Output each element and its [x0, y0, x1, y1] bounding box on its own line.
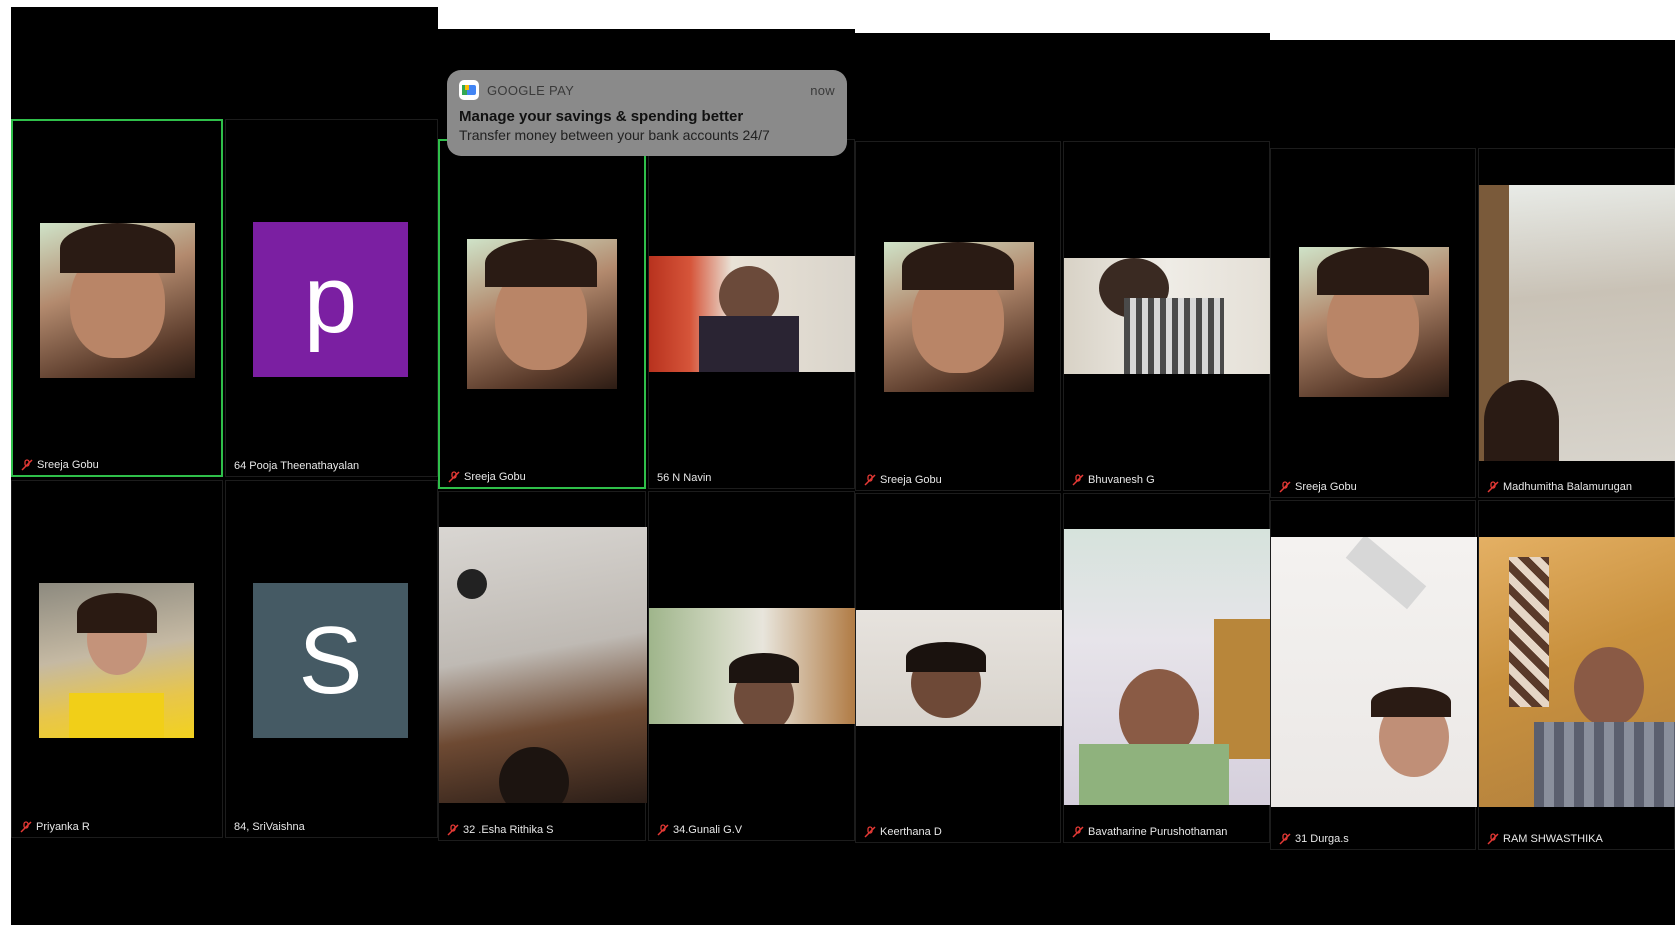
gallery-panel-1: Sreeja Gobu p 64 Pooja Theenathayalan Pr… — [11, 7, 438, 925]
participant-video — [649, 256, 855, 372]
participant-name-tag: Bavatharine Purushothaman — [1072, 826, 1227, 838]
participant-video — [1271, 537, 1477, 807]
participant-name-tag: 31 Durga.s — [1279, 833, 1349, 845]
video-tile[interactable]: Bavatharine Purushothaman — [1063, 493, 1270, 843]
participant-video — [1479, 537, 1675, 807]
video-tile[interactable]: Sreeja Gobu — [438, 139, 646, 489]
participant-name: Keerthana D — [880, 826, 942, 838]
participant-name-tag: RAM SHWASTHIKA — [1487, 833, 1603, 845]
mic-muted-icon — [1487, 833, 1499, 845]
video-tile[interactable]: Sreeja Gobu — [1270, 148, 1476, 498]
google-pay-icon — [459, 80, 479, 100]
mic-muted-icon — [447, 824, 459, 836]
mic-muted-icon — [448, 471, 460, 483]
video-tile[interactable]: RAM SHWASTHIKA — [1478, 500, 1675, 850]
participant-name-tag: Keerthana D — [864, 826, 942, 838]
participant-name: Sreeja Gobu — [37, 459, 99, 471]
participant-name: 31 Durga.s — [1295, 833, 1349, 845]
participant-name: Sreeja Gobu — [880, 474, 942, 486]
participant-name-tag: Bhuvanesh G — [1072, 474, 1155, 486]
avatar: p — [253, 222, 408, 377]
gallery-panel-2: Sreeja Gobu 56 N Navin 32 .Esha Rithika … — [438, 29, 855, 925]
google-pay-notification[interactable]: GOOGLE PAY now Manage your savings & spe… — [447, 70, 847, 156]
avatar-letter: S — [298, 606, 363, 714]
video-tile[interactable]: 32 .Esha Rithika S — [438, 491, 647, 841]
mic-muted-icon — [1072, 474, 1084, 486]
participant-name-tag: 34.Gunali G.V — [657, 824, 742, 836]
participant-name: Sreeja Gobu — [464, 471, 526, 483]
notification-title: Manage your savings & spending better — [459, 108, 744, 125]
participant-video — [649, 608, 855, 724]
video-tile[interactable]: 56 N Navin — [648, 139, 855, 489]
video-tile[interactable]: Priyanka R — [11, 480, 223, 838]
mic-muted-icon — [1487, 481, 1499, 493]
participant-name: Bhuvanesh G — [1088, 474, 1155, 486]
notification-header: GOOGLE PAY now — [459, 80, 835, 100]
participant-name-tag: Sreeja Gobu — [864, 474, 942, 486]
participant-name: 56 N Navin — [657, 472, 712, 484]
mic-muted-icon — [864, 474, 876, 486]
video-tile[interactable]: Sreeja Gobu — [11, 119, 223, 477]
participant-video — [439, 527, 647, 803]
participant-video — [1299, 247, 1449, 397]
video-tile[interactable]: Sreeja Gobu — [855, 141, 1061, 491]
mic-muted-icon — [21, 459, 33, 471]
participant-name-tag: 32 .Esha Rithika S — [447, 824, 554, 836]
video-tile[interactable]: 34.Gunali G.V — [648, 491, 855, 841]
mic-muted-icon — [20, 821, 32, 833]
participant-name: RAM SHWASTHIKA — [1503, 833, 1603, 845]
participant-name-tag: Sreeja Gobu — [448, 471, 526, 483]
mic-muted-icon — [1279, 833, 1291, 845]
participant-name: 64 Pooja Theenathayalan — [234, 460, 360, 472]
participant-name: 84, SriVaishna — [234, 821, 305, 833]
participant-name-tag: 84, SriVaishna — [234, 821, 305, 833]
mic-muted-icon — [657, 824, 669, 836]
mic-muted-icon — [1279, 481, 1291, 493]
participant-video — [40, 223, 195, 378]
video-tile[interactable]: Keerthana D — [855, 493, 1062, 843]
notification-time: now — [810, 82, 835, 98]
participant-name-tag: Sreeja Gobu — [21, 459, 99, 471]
video-tile[interactable]: Madhumitha Balamurugan — [1478, 148, 1675, 498]
participant-name: Sreeja Gobu — [1295, 481, 1357, 493]
participant-video — [884, 242, 1034, 392]
participant-name-tag: 64 Pooja Theenathayalan — [234, 460, 359, 472]
mic-muted-icon — [1072, 826, 1084, 838]
participant-video — [856, 610, 1062, 726]
notification-body: Transfer money between your bank account… — [459, 127, 770, 143]
participant-name-tag: 56 N Navin — [657, 472, 711, 484]
participant-name-tag: Madhumitha Balamurugan — [1487, 481, 1632, 493]
participant-video — [1064, 529, 1270, 805]
participant-name: 32 .Esha Rithika S — [463, 824, 554, 836]
notification-app-name: GOOGLE PAY — [487, 82, 575, 98]
video-tile[interactable]: S 84, SriVaishna — [225, 480, 438, 838]
participant-name: Bavatharine Purushothaman — [1088, 826, 1228, 838]
avatar: S — [253, 583, 408, 738]
participant-video — [467, 239, 617, 389]
gallery-panel-3: Sreeja Gobu Bhuvanesh G Keerthana D Bava… — [855, 33, 1270, 925]
mic-muted-icon — [864, 826, 876, 838]
participant-name: Priyanka R — [36, 821, 90, 833]
video-tile[interactable]: 31 Durga.s — [1270, 500, 1477, 850]
participant-name-tag: Priyanka R — [20, 821, 90, 833]
participant-name: Madhumitha Balamurugan — [1503, 481, 1633, 493]
participant-video — [1064, 258, 1270, 374]
participant-video — [1479, 185, 1675, 461]
participant-video — [39, 583, 194, 738]
video-tile[interactable]: Bhuvanesh G — [1063, 141, 1270, 491]
participant-name: 34.Gunali G.V — [673, 824, 743, 836]
gallery-panel-4: Sreeja Gobu Madhumitha Balamurugan 31 Du… — [1270, 40, 1675, 925]
participant-name-tag: Sreeja Gobu — [1279, 481, 1357, 493]
avatar-letter: p — [303, 245, 358, 353]
video-tile[interactable]: p 64 Pooja Theenathayalan — [225, 119, 438, 477]
